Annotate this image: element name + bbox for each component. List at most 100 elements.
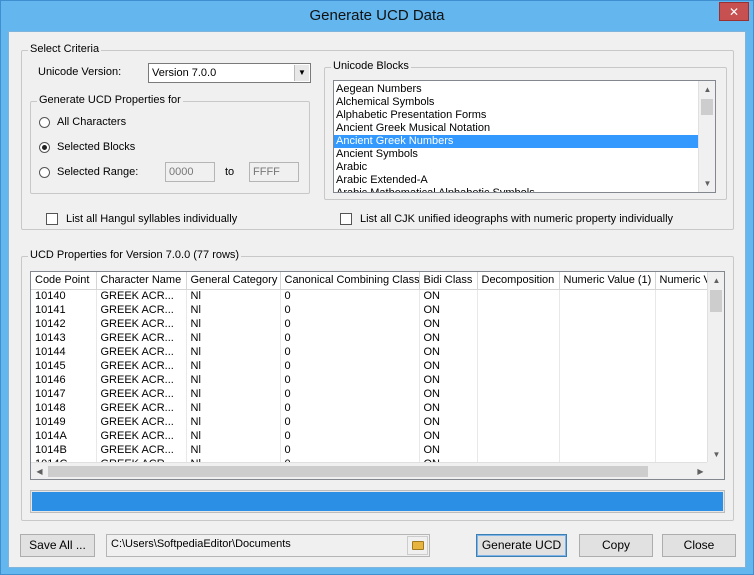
- scroll-down-icon[interactable]: ▼: [708, 446, 724, 463]
- unicode-blocks-items: Aegean Numbers Alchemical Symbols Alphabet…: [334, 83, 698, 192]
- unicode-version-select[interactable]: Version 7.0.0 ▼: [148, 63, 311, 83]
- table-cell: GREEK ACR...: [96, 331, 187, 345]
- table-cell: [559, 331, 656, 345]
- blocks-scrollbar[interactable]: ▲ ▼: [698, 81, 715, 192]
- table-row[interactable]: 10142 GREEK ACR... Nl 0 ON: [31, 317, 709, 331]
- table-cell: [655, 331, 709, 345]
- table-row[interactable]: 10149 GREEK ACR... Nl 0 ON: [31, 415, 709, 429]
- block-list-item[interactable]: Ancient Greek Numbers: [334, 135, 698, 148]
- table-cell: [477, 303, 560, 317]
- table-row[interactable]: 10144 GREEK ACR... Nl 0 ON: [31, 345, 709, 359]
- generate-ucd-button[interactable]: Generate UCD: [476, 534, 567, 557]
- hangul-checkbox[interactable]: [46, 213, 58, 225]
- block-list-item[interactable]: Aegean Numbers: [334, 83, 698, 96]
- column-header[interactable]: General Category: [186, 272, 281, 290]
- table-cell: [559, 359, 656, 373]
- block-list-item[interactable]: Ancient Greek Musical Notation: [334, 122, 698, 135]
- table-cell: ON: [419, 359, 478, 373]
- table-cell: [477, 429, 560, 443]
- table-cell: 10142: [31, 317, 97, 331]
- browse-folder-button[interactable]: [407, 536, 428, 555]
- table-cell: [559, 387, 656, 401]
- table-row[interactable]: 1014A GREEK ACR... Nl 0 ON: [31, 429, 709, 443]
- cjk-checkbox-label[interactable]: List all CJK unified ideographs with num…: [360, 213, 673, 225]
- radio-selected-blocks-label[interactable]: Selected Blocks: [57, 141, 135, 153]
- unicode-blocks-list[interactable]: Aegean Numbers Alchemical Symbols Alphabet…: [333, 80, 716, 193]
- hangul-checkbox-label[interactable]: List all Hangul syllables individually: [66, 213, 237, 225]
- generate-properties-group: Generate UCD Properties for All Characte…: [30, 94, 310, 194]
- output-path-input[interactable]: C:\Users\SoftpediaEditor\Documents: [106, 534, 430, 557]
- block-list-item[interactable]: Arabic: [334, 161, 698, 174]
- table-horizontal-scrollbar[interactable]: ◀ ▶: [31, 462, 709, 479]
- column-header[interactable]: Numeric Va: [655, 272, 709, 290]
- radio-selected-range-label[interactable]: Selected Range:: [57, 166, 138, 178]
- table-cell: 0: [280, 359, 420, 373]
- table-row[interactable]: 1014B GREEK ACR... Nl 0 ON: [31, 443, 709, 457]
- table-hscroll-thumb[interactable]: [48, 466, 648, 477]
- column-header[interactable]: Character Name: [96, 272, 187, 290]
- scroll-corner: [707, 462, 724, 479]
- table-cell: [559, 429, 656, 443]
- table-cell: ON: [419, 303, 478, 317]
- unicode-version-value: Version 7.0.0: [152, 67, 217, 79]
- table-row[interactable]: 10143 GREEK ACR... Nl 0 ON: [31, 331, 709, 345]
- chevron-down-icon[interactable]: ▼: [294, 65, 309, 81]
- copy-button[interactable]: Copy: [579, 534, 653, 557]
- scroll-up-icon[interactable]: ▲: [708, 272, 724, 289]
- window-close-button[interactable]: ✕: [719, 2, 749, 21]
- scroll-down-icon[interactable]: ▼: [699, 175, 715, 192]
- column-header[interactable]: Numeric Value (1): [559, 272, 656, 290]
- column-header[interactable]: Bidi Class: [419, 272, 478, 290]
- table-cell: ON: [419, 429, 478, 443]
- column-header[interactable]: Code Point: [31, 272, 97, 290]
- scroll-up-icon[interactable]: ▲: [699, 81, 715, 98]
- save-all-button[interactable]: Save All ...: [20, 534, 95, 557]
- table-row[interactable]: 10141 GREEK ACR... Nl 0 ON: [31, 303, 709, 317]
- table-cell: [477, 317, 560, 331]
- table-row[interactable]: 10140 GREEK ACR... Nl 0 ON: [31, 289, 709, 303]
- table-cell: [655, 387, 709, 401]
- table-cell: 10144: [31, 345, 97, 359]
- close-button[interactable]: Close: [662, 534, 736, 557]
- table-cell: ON: [419, 345, 478, 359]
- table-cell: 1014B: [31, 443, 97, 457]
- table-body: 10140 GREEK ACR... Nl 0 ON 10141 GREEK ACR... N…: [31, 289, 709, 463]
- block-list-item[interactable]: Alphabetic Presentation Forms: [334, 109, 698, 122]
- block-list-item[interactable]: Arabic Extended-A: [334, 174, 698, 187]
- range-from-input[interactable]: 0000: [165, 162, 215, 182]
- table-cell: ON: [419, 401, 478, 415]
- radio-selected-range[interactable]: [39, 167, 50, 178]
- table-row[interactable]: 10146 GREEK ACR... Nl 0 ON: [31, 373, 709, 387]
- cjk-checkbox[interactable]: [340, 213, 352, 225]
- table-cell: Nl: [186, 401, 281, 415]
- table-vscroll-thumb[interactable]: [710, 290, 722, 312]
- table-cell: GREEK ACR...: [96, 415, 187, 429]
- table-cell: [655, 443, 709, 457]
- block-list-item[interactable]: Arabic Mathematical Alphabetic Symbols: [334, 187, 698, 192]
- table-cell: 0: [280, 345, 420, 359]
- ucd-properties-table[interactable]: Code Point Character Name General Category…: [30, 271, 725, 480]
- radio-all-characters[interactable]: [39, 117, 50, 128]
- radio-all-characters-label[interactable]: All Characters: [57, 116, 126, 128]
- table-cell: GREEK ACR...: [96, 401, 187, 415]
- range-to-input[interactable]: FFFF: [249, 162, 299, 182]
- table-vertical-scrollbar[interactable]: ▲ ▼: [707, 272, 724, 463]
- radio-selected-blocks[interactable]: [39, 142, 50, 153]
- table-cell: GREEK ACR...: [96, 359, 187, 373]
- column-header[interactable]: Canonical Combining Class: [280, 272, 420, 290]
- table-row[interactable]: 10147 GREEK ACR... Nl 0 ON: [31, 387, 709, 401]
- scroll-left-icon[interactable]: ◀: [31, 463, 48, 479]
- table-cell: [655, 359, 709, 373]
- block-list-item[interactable]: Alchemical Symbols: [334, 96, 698, 109]
- table-cell: Nl: [186, 443, 281, 457]
- column-header[interactable]: Decomposition: [477, 272, 560, 290]
- blocks-scroll-thumb[interactable]: [701, 99, 713, 115]
- table-cell: GREEK ACR...: [96, 289, 187, 303]
- table-row[interactable]: 10148 GREEK ACR... Nl 0 ON: [31, 401, 709, 415]
- select-criteria-legend: Select Criteria: [28, 43, 102, 55]
- block-list-item[interactable]: Ancient Symbols: [334, 148, 698, 161]
- table-cell: Nl: [186, 415, 281, 429]
- table-cell: [655, 429, 709, 443]
- table-cell: 0: [280, 443, 420, 457]
- table-row[interactable]: 10145 GREEK ACR... Nl 0 ON: [31, 359, 709, 373]
